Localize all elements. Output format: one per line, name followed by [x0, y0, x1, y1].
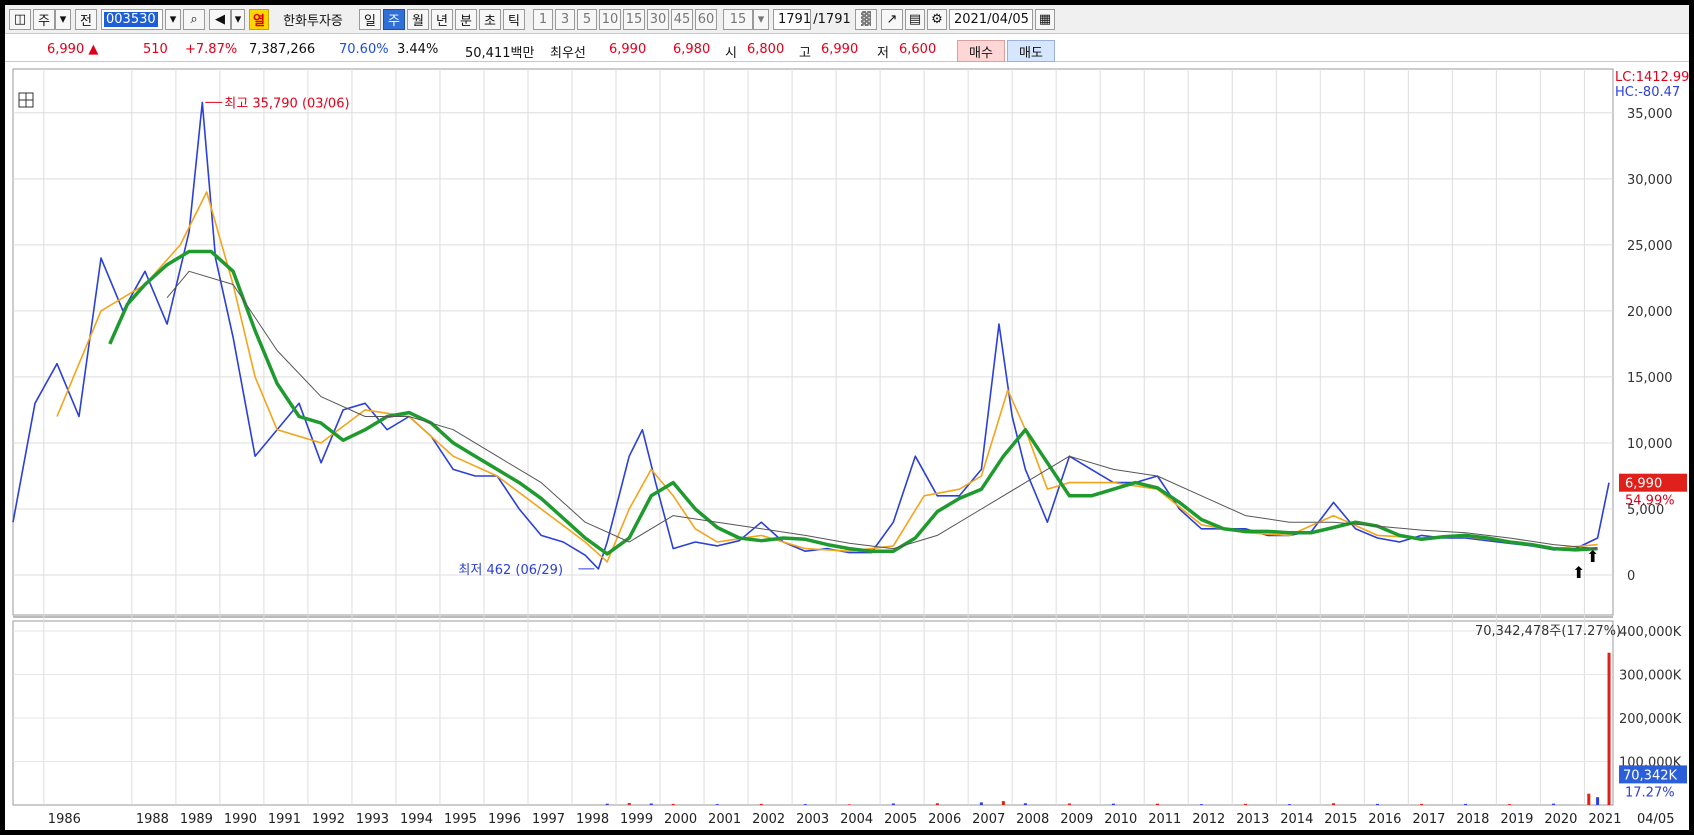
y-tick-label: 30,000 [1627, 173, 1673, 188]
volume-bar [1376, 803, 1380, 805]
last-pct-label: 54.99% [1625, 494, 1675, 509]
volume-pct-label: 17.27% [1625, 785, 1675, 800]
x-tick-label: 2020 [1544, 812, 1577, 827]
x-tick-label: 1993 [356, 812, 389, 827]
x-tick-label: 2004 [840, 812, 873, 827]
volume-bar [715, 804, 719, 805]
volume-bar [1001, 801, 1005, 805]
volume-bar [671, 803, 675, 805]
x-tick-label: 2003 [796, 812, 829, 827]
x-tick-label: 1989 [180, 812, 213, 827]
x-tick-label: 1986 [48, 812, 81, 827]
x-tick-label: 2010 [1104, 812, 1137, 827]
volume-bar [1587, 793, 1591, 805]
x-tick-label: 1996 [488, 812, 521, 827]
x-tick-label: 2012 [1192, 812, 1225, 827]
volume-bar [1287, 804, 1291, 805]
volume-bar [1243, 803, 1247, 805]
y-tick-label: 20,000 [1627, 305, 1673, 320]
volume-bar [1552, 803, 1556, 805]
x-tick-label: 1998 [576, 812, 609, 827]
volume-bar [935, 803, 939, 805]
volume-bar [1331, 803, 1335, 805]
x-tick-label: 1990 [224, 812, 257, 827]
x-tick-label: 2016 [1368, 812, 1401, 827]
x-tick-label: 2019 [1500, 812, 1533, 827]
x-tick-label: 2007 [972, 812, 1005, 827]
x-tick-label: 1994 [400, 812, 433, 827]
last-price-tag-label: 6,990 [1625, 477, 1662, 492]
volume-tag-label: 70,342K [1623, 768, 1677, 783]
x-tick-label: 2015 [1324, 812, 1357, 827]
buy-signal-arrow-icon: ⬆ [1572, 563, 1585, 582]
volume-tick-label: 300,000K [1619, 669, 1682, 684]
volume-bar [891, 803, 895, 805]
volume-bar [1023, 803, 1027, 805]
x-tick-label: 2017 [1412, 812, 1445, 827]
volume-bar [649, 803, 653, 805]
stock-chart: 1986 1988 1989 1990 1991 1992 1993 1994 1995 1996… [12, 68, 1689, 827]
x-tick-label: 1992 [312, 812, 345, 827]
volume-tick-label: 200,000K [1619, 712, 1682, 727]
volume-bar [1420, 803, 1424, 805]
price-series-line [166, 270, 1598, 550]
x-tick-label: 2006 [928, 812, 961, 827]
x-tick-label: 2021 [1588, 812, 1621, 827]
volume-note: 70,342,478주(17.27%) [1475, 624, 1621, 639]
x-tick-label: 2013 [1236, 812, 1269, 827]
x-tick-label: 2008 [1016, 812, 1049, 827]
x-tick-label: 1995 [444, 812, 477, 827]
x-tick-label: 2001 [708, 812, 741, 827]
chart-window: ◫ 주 ▾ 전 003530 ▾ ⌕ ◀ ▾ 열 한화투자증 15 ▾ 1791… [5, 5, 1689, 830]
volume-bar [979, 802, 983, 805]
volume-bar [1607, 652, 1611, 805]
buy-signal-arrow-icon: ⬆ [1586, 547, 1599, 566]
volume-bar [847, 804, 851, 805]
volume-panel [12, 620, 1614, 806]
volume-bar [1199, 804, 1203, 805]
x-tick-label: 2018 [1456, 812, 1489, 827]
y-tick-label: 15,000 [1627, 371, 1673, 386]
lc-label: LC:1412.99 [1615, 70, 1689, 85]
volume-bar [627, 803, 631, 805]
volume-bar [1464, 803, 1468, 805]
x-tick-label: 2009 [1060, 812, 1093, 827]
volume-tick-label: 400,000K [1619, 625, 1682, 640]
y-tick-label: 35,000 [1627, 107, 1673, 122]
x-tick-label: 2011 [1148, 812, 1181, 827]
price-series-line [12, 101, 1610, 570]
x-tick-label: 1991 [268, 812, 301, 827]
x-tick-label: 1997 [532, 812, 565, 827]
x-tick-label: 2005 [884, 812, 917, 827]
x-tick-label: 1988 [136, 812, 169, 827]
volume-bar [759, 803, 763, 805]
volume-bar [1508, 804, 1512, 805]
x-tick-label: 2014 [1280, 812, 1313, 827]
x-tick-label: 2002 [752, 812, 785, 827]
volume-bar [1155, 803, 1159, 805]
high-annotation: 최고 35,790 (03/06) [224, 96, 349, 111]
volume-bar [803, 804, 807, 805]
y-tick-label: 0 [1627, 569, 1635, 584]
low-annotation: 최저 462 (06/29) [458, 563, 563, 578]
volume-bar [605, 803, 609, 805]
x-tick-label: 1999 [620, 812, 653, 827]
y-tick-label: 10,000 [1627, 437, 1673, 452]
volume-bar [1067, 803, 1071, 805]
hc-label: HC:-80.47 [1615, 85, 1680, 100]
y-tick-label: 25,000 [1627, 239, 1673, 254]
x-tick-label: 2000 [664, 812, 697, 827]
volume-bar [1596, 797, 1600, 805]
x-end-label: 04/05 [1637, 812, 1674, 827]
volume-bar [1111, 803, 1115, 805]
